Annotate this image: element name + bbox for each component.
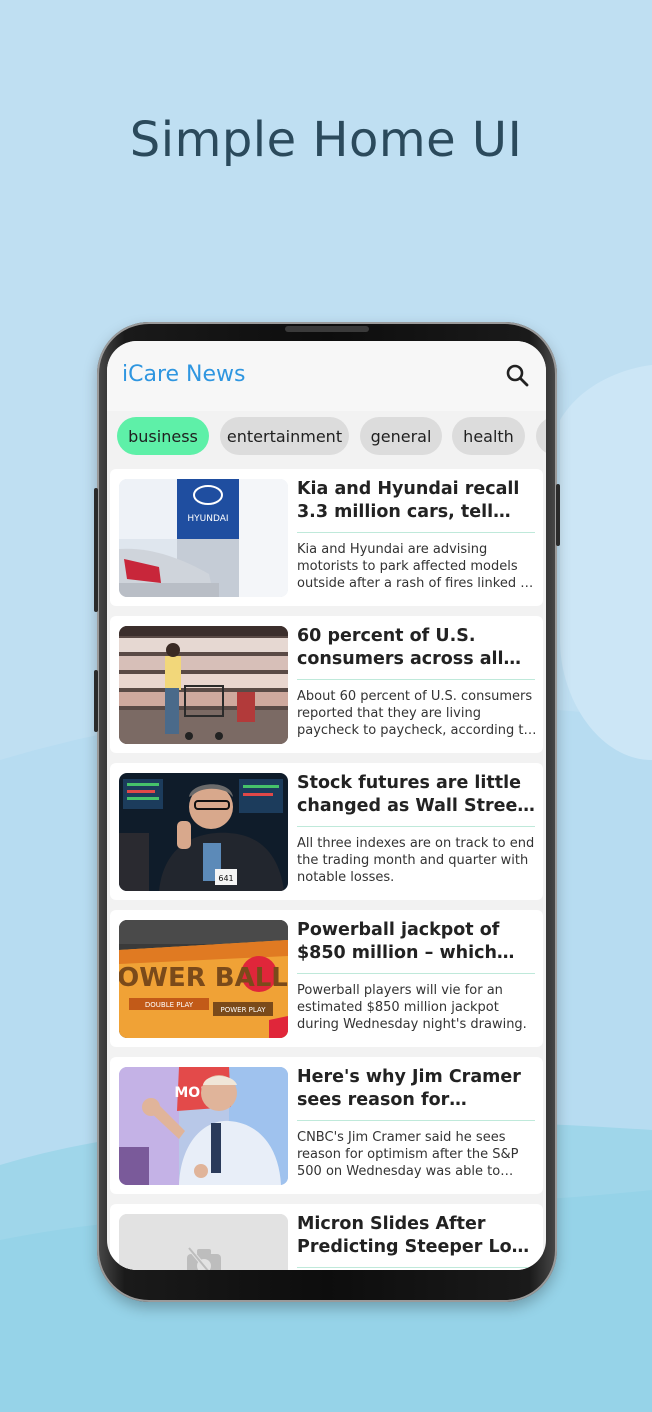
- news-thumbnail: MONEY: [119, 1067, 288, 1185]
- news-title: Here's why Jim Cramer sees reason for op…: [297, 1067, 521, 1110]
- divider: [297, 679, 535, 680]
- trader-badge-text: 641: [218, 874, 233, 883]
- news-card[interactable]: 60 percent of U.S. consumers across all …: [110, 616, 543, 753]
- news-thumbnail: [119, 1214, 288, 1270]
- category-chips: business entertainment general health: [117, 417, 546, 455]
- news-title: Stock futures are little changed as Wall…: [297, 773, 526, 816]
- chip-business[interactable]: business: [117, 417, 209, 455]
- phone-side-button: [94, 488, 98, 612]
- chip-general[interactable]: general: [360, 417, 442, 455]
- phone-side-button: [94, 670, 98, 732]
- hyundai-sign-text: HYUNDAI: [187, 514, 228, 524]
- news-thumbnail: HYUNDAI: [119, 479, 288, 597]
- divider: [297, 973, 535, 974]
- news-thumbnail: [119, 626, 288, 744]
- power-play-text: POWER PLAY: [221, 1006, 267, 1014]
- divider: [297, 1120, 535, 1121]
- phone-side-button: [556, 484, 560, 546]
- phone-screen: iCare News business entertainment genera…: [107, 341, 546, 1270]
- chip-label: business: [128, 426, 198, 446]
- news-card[interactable]: HYUNDAI Kia and Hyundai recall 3.3 milli…: [110, 469, 543, 606]
- chip-label: health: [463, 426, 514, 446]
- double-play-text: DOUBLE PLAY: [145, 1001, 194, 1009]
- divider: [297, 826, 535, 827]
- news-title: Micron Slides After Predicting Steeper L…: [297, 1214, 533, 1257]
- news-thumbnail: 641: [119, 773, 288, 891]
- news-description: CNBC's Jim Cramer said he sees reason fo…: [297, 1130, 519, 1179]
- news-thumbnail: POWER BALL DOUBLE PLAY POWER PLAY: [119, 920, 288, 1038]
- news-description: Powerball players will vie for an estima…: [297, 983, 527, 1032]
- news-description: All three indexes are on track to end th…: [297, 836, 535, 885]
- app-bar: iCare News: [107, 341, 546, 411]
- chip-health[interactable]: health: [452, 417, 525, 455]
- divider: [297, 532, 535, 533]
- no-image-icon: [119, 1214, 288, 1270]
- search-icon: [506, 364, 529, 387]
- chip-more[interactable]: [536, 417, 546, 455]
- powerball-logo-text: POWER BALL: [119, 963, 288, 993]
- news-card[interactable]: 641 Stock futures are little changed as …: [110, 763, 543, 900]
- news-title: Powerball jackpot of $850 million – whic…: [297, 920, 500, 963]
- app-title: iCare News: [122, 362, 246, 387]
- news-description: Kia and Hyundai are advising motorists t…: [297, 542, 534, 591]
- news-card[interactable]: MONEY Here's why Jim Cramer sees reason …: [110, 1057, 543, 1194]
- hero-title: Simple Home UI: [129, 112, 523, 168]
- chip-label: general: [370, 426, 432, 446]
- news-title: Kia and Hyundai recall 3.3 million cars,…: [297, 479, 520, 522]
- news-description: About 60 percent of U.S. consumers repor…: [297, 689, 533, 738]
- chip-label: entertainment: [226, 426, 343, 446]
- search-button[interactable]: [503, 361, 533, 391]
- chip-entertainment[interactable]: entertainment: [220, 417, 349, 455]
- news-card[interactable]: POWER BALL DOUBLE PLAY POWER PLAY Powerb…: [110, 910, 543, 1047]
- news-card[interactable]: Micron Slides After Predicting Steeper L…: [110, 1204, 543, 1270]
- phone-speaker: [285, 326, 369, 332]
- divider: [297, 1267, 535, 1268]
- news-title: 60 percent of U.S. consumers across all …: [297, 626, 504, 669]
